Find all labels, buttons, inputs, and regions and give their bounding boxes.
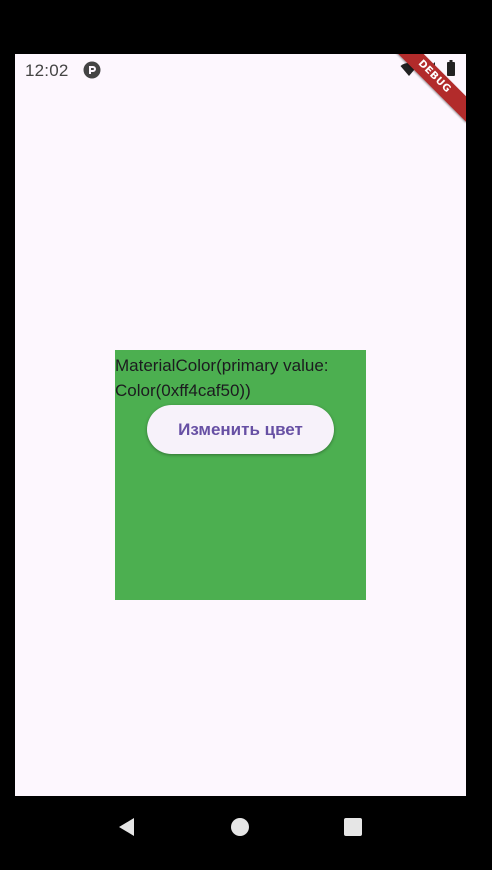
app-screen: 12:02 DEBUG MaterialColor(primary value:… xyxy=(15,54,466,796)
back-icon[interactable] xyxy=(117,817,137,837)
change-color-button[interactable]: Изменить цвет xyxy=(147,405,334,454)
pocket-casts-icon xyxy=(83,61,101,79)
battery-icon xyxy=(447,60,455,76)
recents-icon[interactable] xyxy=(343,817,363,837)
device-frame: 12:02 DEBUG MaterialColor(primary value:… xyxy=(0,0,492,870)
color-value-text: MaterialColor(primary value: Color(0xff4… xyxy=(115,356,329,400)
status-time: 12:02 xyxy=(25,61,69,80)
status-bar: 12:02 DEBUG xyxy=(15,54,466,123)
color-box: MaterialColor(primary value: Color(0xff4… xyxy=(115,350,366,600)
home-icon[interactable] xyxy=(230,817,250,837)
navigation-bar xyxy=(0,796,492,870)
